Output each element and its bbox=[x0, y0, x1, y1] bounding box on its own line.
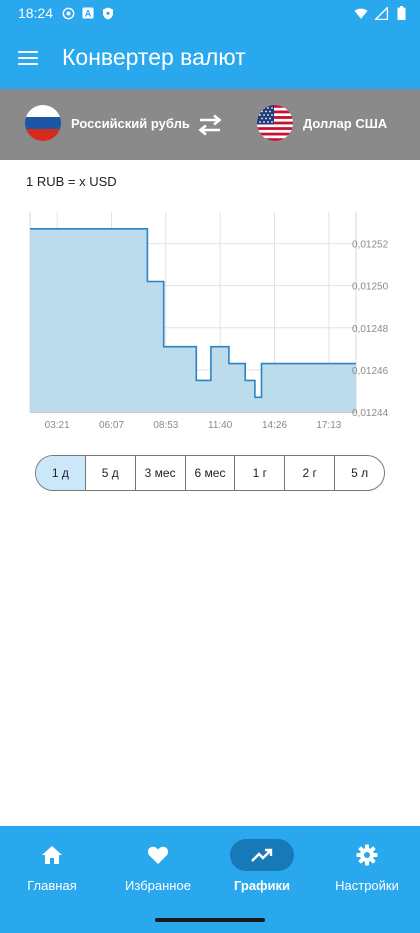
bottom-navigation: Главная Избранное Графики Настройки bbox=[0, 826, 420, 933]
nav-item-home[interactable]: Главная bbox=[2, 826, 102, 906]
y-tick-label: 0,01248 bbox=[352, 324, 389, 335]
status-bar: 18:24 A bbox=[0, 0, 420, 26]
currency-selector-bar: Российский рубль Доллар США bbox=[0, 89, 420, 160]
status-time: 18:24 bbox=[18, 5, 54, 21]
period-option[interactable]: 6 мес bbox=[186, 456, 236, 490]
signal-icon bbox=[374, 6, 388, 20]
y-tick-label: 0,01252 bbox=[352, 240, 389, 251]
y-tick-label: 0,01250 bbox=[352, 282, 389, 293]
nav-item-favorites[interactable]: Избранное bbox=[108, 826, 208, 906]
x-tick-label: 14:26 bbox=[262, 420, 287, 431]
page-title: Конвертер валют bbox=[62, 44, 246, 70]
gear-icon-wrap bbox=[335, 839, 399, 871]
trending-up-icon-wrap bbox=[230, 839, 294, 871]
app-bar: 18:24 A Конвертер валют bbox=[0, 0, 420, 89]
from-currency-label: Российский рубль bbox=[71, 115, 190, 131]
period-option[interactable]: 5 д bbox=[86, 456, 136, 490]
x-tick-label: 17:13 bbox=[316, 420, 341, 431]
from-currency-button[interactable]: Российский рубль bbox=[25, 105, 190, 141]
russia-flag-icon bbox=[25, 105, 61, 141]
nav-item-settings[interactable]: Настройки bbox=[317, 826, 417, 906]
settings-notification-icon bbox=[61, 6, 75, 20]
trending-up-icon bbox=[251, 848, 273, 862]
nav-item-charts[interactable]: Графики bbox=[212, 826, 312, 906]
nav-label-favorites: Избранное bbox=[125, 878, 191, 893]
menu-icon bbox=[18, 50, 38, 65]
home-icon-wrap bbox=[20, 839, 84, 871]
nav-label-home: Главная bbox=[27, 878, 77, 893]
x-tick-label: 03:21 bbox=[45, 420, 70, 431]
home-icon bbox=[42, 846, 62, 864]
y-tick-label: 0,01244 bbox=[352, 408, 389, 419]
x-tick-label: 11:40 bbox=[208, 420, 233, 431]
heart-icon-wrap bbox=[126, 839, 190, 871]
battery-icon bbox=[394, 6, 408, 20]
to-currency-button[interactable]: Доллар США bbox=[257, 105, 387, 141]
series-area bbox=[30, 228, 356, 412]
gear-icon bbox=[356, 844, 378, 866]
wifi-icon bbox=[354, 6, 368, 20]
a-box-icon: A bbox=[81, 6, 95, 20]
nav-label-charts: Графики bbox=[234, 878, 290, 893]
menu-button[interactable] bbox=[0, 26, 58, 89]
period-option[interactable]: 3 мес bbox=[136, 456, 186, 490]
shield-icon bbox=[101, 6, 115, 20]
period-option[interactable]: 1 д bbox=[36, 456, 86, 490]
period-option[interactable]: 2 г bbox=[285, 456, 336, 490]
period-option[interactable]: 5 л bbox=[335, 456, 384, 490]
period-option[interactable]: 1 г bbox=[235, 456, 286, 490]
toolbar: Конвертер валют bbox=[0, 26, 420, 89]
rate-chart[interactable]: 0,01252 0,01250 0,01248 0,01246 0,01244 03:21… bbox=[0, 200, 420, 440]
to-currency-label: Доллар США bbox=[303, 115, 388, 131]
swap-currencies-button[interactable] bbox=[196, 111, 224, 139]
rate-caption: 1 RUB = x USD bbox=[26, 174, 117, 189]
svg-text:A: A bbox=[85, 9, 92, 19]
y-tick-label: 0,01246 bbox=[352, 366, 389, 377]
home-indicator[interactable] bbox=[155, 918, 265, 922]
x-tick-label: 08:53 bbox=[153, 420, 178, 431]
heart-icon bbox=[147, 846, 169, 864]
period-selector: 1 д5 д3 мес 6 мес 1 г2 г5 л bbox=[35, 455, 385, 491]
swap-arrows-icon bbox=[198, 114, 222, 136]
nav-label-settings: Настройки bbox=[335, 878, 399, 893]
x-tick-label: 06:07 bbox=[99, 420, 124, 431]
usa-flag-icon bbox=[257, 105, 293, 141]
